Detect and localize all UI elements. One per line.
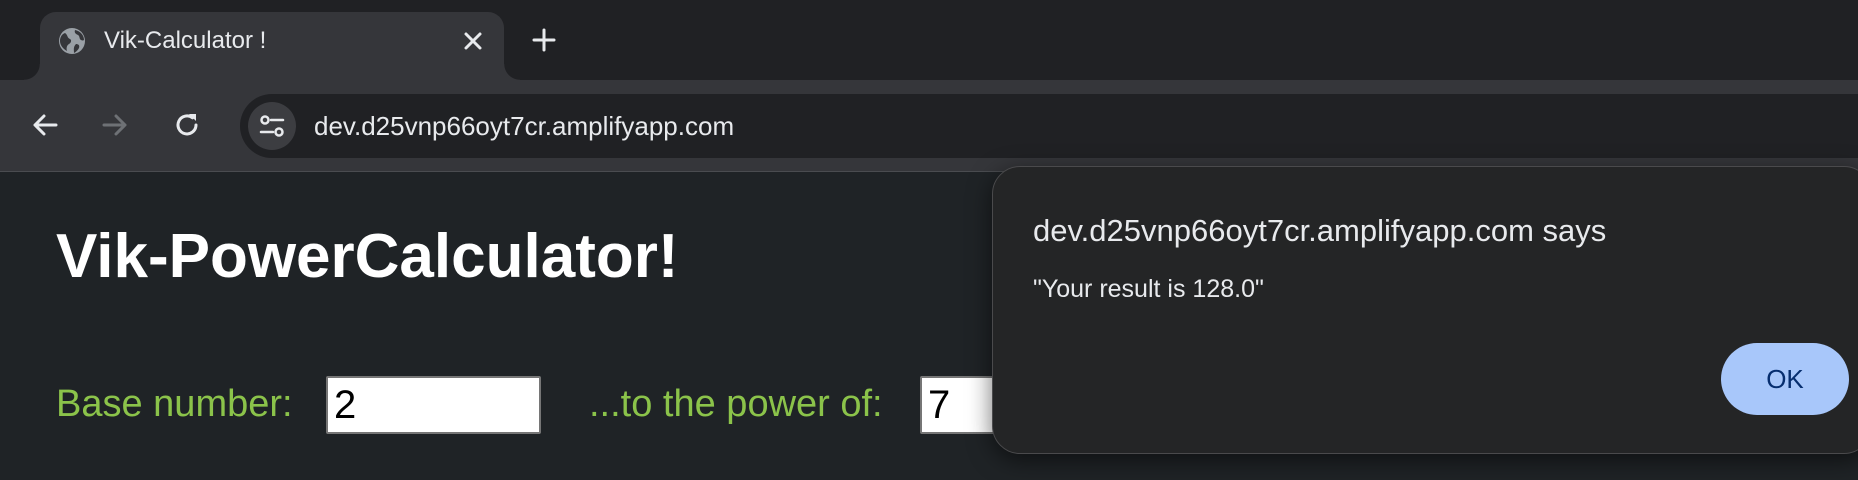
browser-window: Vik-Calculator ! dev.d25vnp66oyt7cr.ampl… bbox=[0, 0, 1858, 480]
toolbar: dev.d25vnp66oyt7cr.amplifyapp.com bbox=[0, 80, 1858, 172]
tab-vik-calculator[interactable]: Vik-Calculator ! bbox=[24, 12, 520, 80]
reload-icon[interactable] bbox=[170, 108, 204, 142]
arrow-right-icon[interactable] bbox=[98, 108, 132, 142]
base-number-label: Base number: bbox=[56, 383, 293, 425]
url-text[interactable]: dev.d25vnp66oyt7cr.amplifyapp.com bbox=[314, 110, 734, 142]
tab-strip: Vik-Calculator ! bbox=[0, 0, 1858, 80]
tab-title: Vik-Calculator ! bbox=[104, 27, 267, 54]
globe-icon bbox=[57, 26, 87, 56]
page-title: Vik-PowerCalculator! bbox=[56, 222, 679, 291]
ok-button[interactable]: OK bbox=[1721, 343, 1849, 415]
power-label: ...to the power of: bbox=[589, 383, 883, 425]
alert-dialog: dev.d25vnp66oyt7cr.amplifyapp.com says "… bbox=[992, 166, 1858, 454]
base-number-input[interactable] bbox=[326, 376, 541, 434]
plus-icon[interactable] bbox=[528, 24, 560, 56]
dialog-title: dev.d25vnp66oyt7cr.amplifyapp.com says bbox=[1033, 213, 1607, 248]
tune-icon[interactable] bbox=[248, 102, 296, 150]
dialog-message: "Your result is 128.0" bbox=[1033, 275, 1264, 303]
address-bar[interactable]: dev.d25vnp66oyt7cr.amplifyapp.com bbox=[240, 94, 1858, 158]
arrow-left-icon[interactable] bbox=[28, 108, 62, 142]
close-icon[interactable] bbox=[458, 26, 488, 56]
